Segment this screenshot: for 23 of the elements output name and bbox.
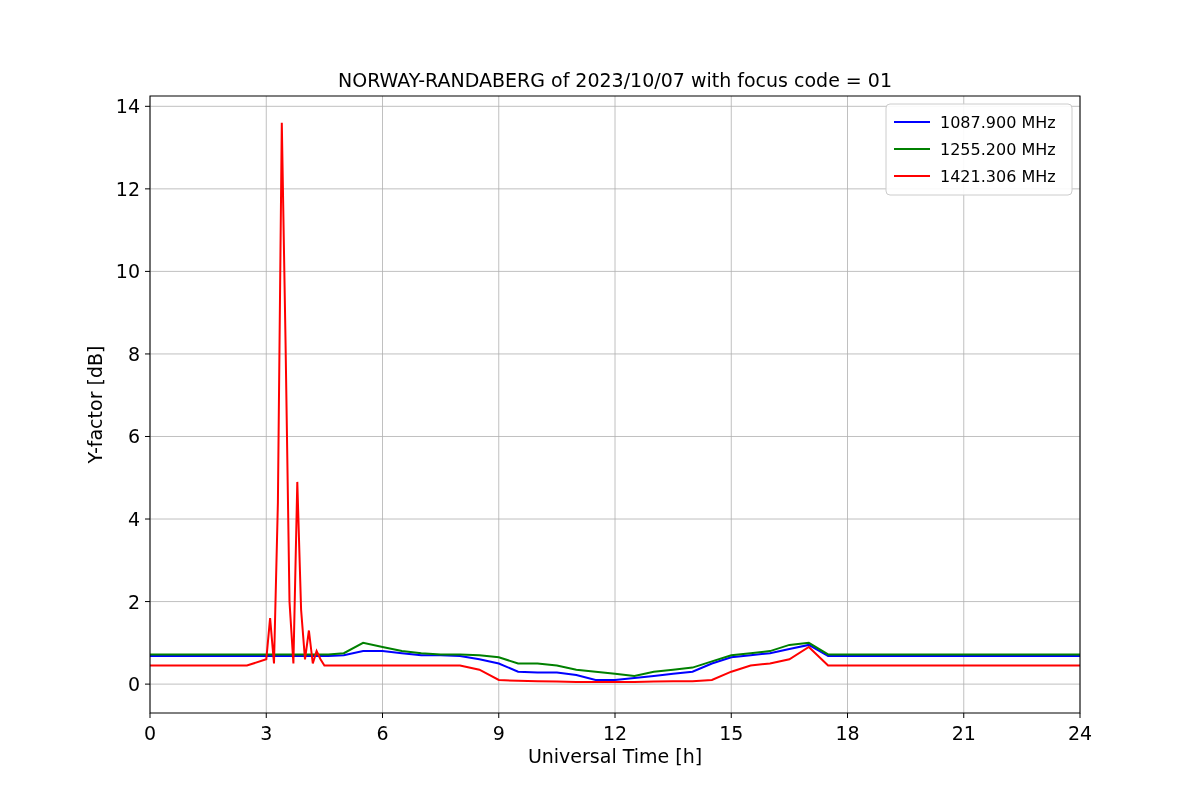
y-tick-label: 2	[127, 590, 140, 613]
x-axis-label: Universal Time [h]	[527, 745, 703, 767]
y-tick-label: 6	[127, 425, 140, 448]
x-tick-label: 12	[602, 722, 628, 744]
y-tick-label: 14	[115, 95, 140, 118]
y-tick-label: 4	[127, 508, 140, 531]
legend-label: 1421.306 MHz	[940, 167, 1056, 186]
y-axis-label: Y-factor [dB]	[84, 345, 106, 464]
x-tick-label: 9	[492, 722, 505, 744]
chart-title: NORWAY-RANDABERG of 2023/10/07 with focus code = 01	[338, 69, 892, 91]
legend-label: 1255.200 MHz	[940, 140, 1056, 159]
y-tick-label: 0	[127, 673, 140, 696]
x-tick-label: 21	[951, 722, 976, 744]
y-tick-label: 12	[115, 177, 140, 200]
x-tick-label: 6	[376, 722, 389, 744]
x-tick-label: 24	[1067, 722, 1093, 744]
x-tick-label: 3	[260, 722, 273, 744]
y-tick-label: 8	[127, 342, 140, 365]
y-tick-label: 10	[115, 260, 140, 283]
x-tick-label: 15	[719, 722, 744, 744]
legend-label: 1087.900 MHz	[940, 113, 1056, 132]
x-tick-label: 0	[143, 722, 157, 744]
x-tick-label: 18	[835, 722, 860, 744]
